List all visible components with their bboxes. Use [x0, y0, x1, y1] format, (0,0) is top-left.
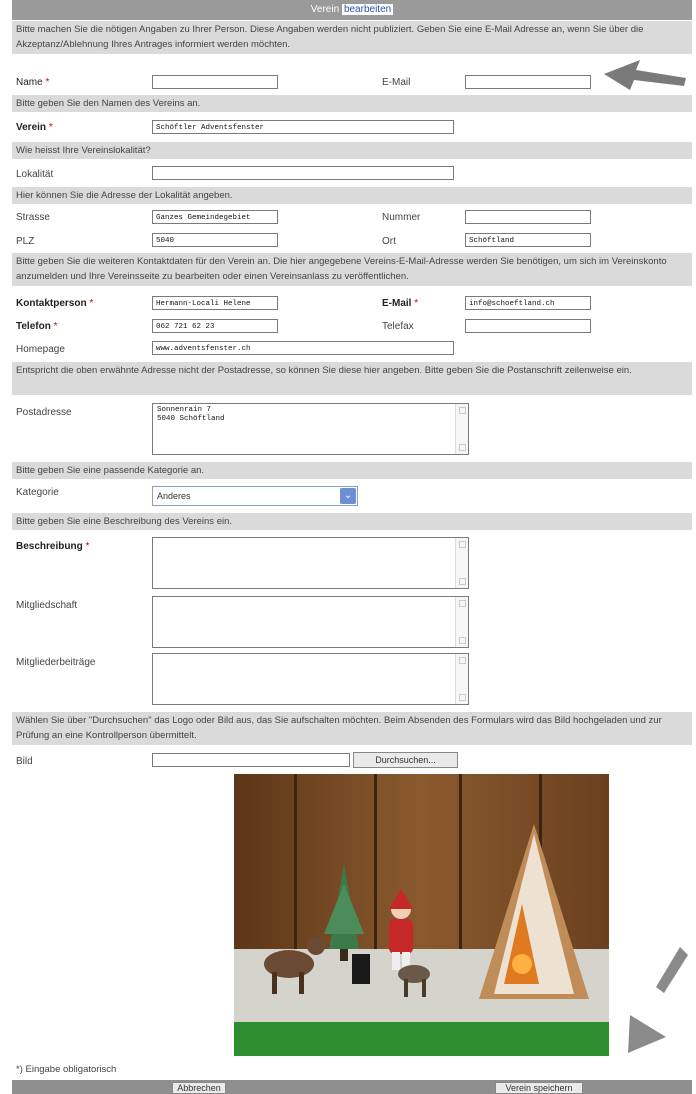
- contact-email-input[interactable]: info@schoeftland.ch: [465, 296, 591, 310]
- intro-info: Bitte machen Sie die nötigen Angaben zu …: [12, 21, 692, 54]
- verein-label: Verein *: [16, 122, 53, 133]
- beitraege-textarea[interactable]: [152, 653, 469, 705]
- beitraege-label: Mitgliederbeiträge: [16, 657, 96, 668]
- kategorie-label: Kategorie: [16, 487, 59, 498]
- nummer-label: Nummer: [382, 212, 421, 223]
- postadresse-textarea[interactable]: Sonnenrain 7 5040 Schöftland: [152, 403, 469, 455]
- plz-label: PLZ: [16, 236, 35, 247]
- form-frame: Verein bearbeiten Bitte machen Sie die n…: [12, 0, 692, 1094]
- homepage-input[interactable]: www.adventsfenster.ch: [152, 341, 454, 355]
- kategorie-selected: Anderes: [157, 491, 191, 501]
- mitgliedschaft-scrollbar[interactable]: [455, 597, 468, 647]
- lokal-label: Lokalität: [16, 169, 54, 180]
- uploaded-image-preview: [234, 774, 609, 1056]
- verein-info: Bitte geben Sie den Namen des Vereins an…: [12, 95, 692, 112]
- bild-label: Bild: [16, 756, 33, 767]
- post-info: Entspricht die oben erwähnte Adresse nic…: [12, 362, 692, 395]
- telefax-label: Telefax: [382, 321, 414, 332]
- mitgliedschaft-textarea[interactable]: [152, 596, 469, 648]
- beschreibung-scrollbar[interactable]: [455, 538, 468, 588]
- name-input[interactable]: [152, 75, 278, 89]
- beitraege-scrollbar[interactable]: [455, 654, 468, 704]
- title-highlight: bearbeiten: [341, 4, 394, 15]
- kategorie-select[interactable]: Anderes ⌄: [152, 486, 358, 506]
- name-label: Name *: [16, 77, 50, 88]
- beschreibung-textarea[interactable]: [152, 537, 469, 589]
- homepage-label: Homepage: [16, 344, 65, 355]
- contact-info: Bitte geben Sie die weiteren Kontaktdate…: [12, 253, 692, 286]
- browse-button[interactable]: Durchsuchen...: [353, 752, 458, 768]
- button-bar: [12, 1080, 692, 1094]
- kontaktperson-label: Kontaktperson *: [16, 298, 94, 309]
- email-label: E-Mail: [382, 77, 411, 88]
- verein-input[interactable]: Schöftler Adventsfenster: [152, 120, 454, 134]
- cancel-button[interactable]: Abbrechen: [172, 1082, 226, 1094]
- required-note: *) Eingabe obligatorisch: [16, 1064, 117, 1075]
- beschreibung-label: Beschreibung *: [16, 541, 90, 552]
- strasse-input[interactable]: Ganzes Gemeindegebiet: [152, 210, 278, 224]
- ort-label: Ort: [382, 236, 396, 247]
- advent-scene-image: [234, 774, 609, 1056]
- bild-file-input[interactable]: [152, 753, 350, 767]
- form-title: Verein bearbeiten: [12, 0, 692, 20]
- title-prefix: Verein: [310, 4, 340, 15]
- annotation-arrow-icon: [628, 947, 688, 1053]
- telefax-input[interactable]: [465, 319, 591, 333]
- nummer-input[interactable]: [465, 210, 591, 224]
- telefon-input[interactable]: 062 721 62 23: [152, 319, 278, 333]
- strasse-label: Strasse: [16, 212, 50, 223]
- ort-input[interactable]: Schöftland: [465, 233, 591, 247]
- save-button[interactable]: Verein speichern: [495, 1082, 583, 1094]
- postadresse-text: Sonnenrain 7 5040 Schöftland: [157, 406, 225, 423]
- plz-input[interactable]: 5040: [152, 233, 278, 247]
- telefon-label: Telefon *: [16, 321, 58, 332]
- postadresse-label: Postadresse: [16, 407, 72, 418]
- beschreibung-info: Bitte geben Sie eine Beschreibung des Ve…: [12, 513, 692, 530]
- contact-email-label: E-Mail *: [382, 298, 419, 309]
- kategorie-info: Bitte geben Sie eine passende Kategorie …: [12, 462, 692, 479]
- bild-info: Wählen Sie über "Durchsuchen" das Logo o…: [12, 712, 692, 745]
- email-input[interactable]: [465, 75, 591, 89]
- annotation-arrow-icon: [604, 60, 686, 90]
- address-info: Hier können Sie die Adresse der Lokalitä…: [12, 187, 692, 204]
- chevron-down-icon[interactable]: ⌄: [340, 488, 356, 504]
- kontaktperson-input[interactable]: Hermann-Locali Helene: [152, 296, 278, 310]
- postadresse-scrollbar[interactable]: [455, 404, 468, 454]
- lokal-info: Wie heisst Ihre Vereinslokalität?: [12, 142, 692, 159]
- mitgliedschaft-label: Mitgliedschaft: [16, 600, 78, 611]
- lokal-input[interactable]: [152, 166, 454, 180]
